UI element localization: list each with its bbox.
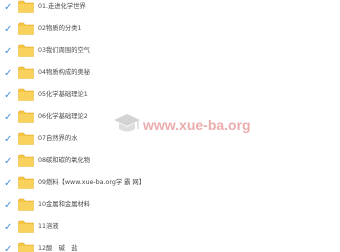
checkmark-icon[interactable]: ✓ (4, 157, 14, 167)
checkmark-icon[interactable]: ✓ (4, 47, 14, 57)
checkmark-icon[interactable]: ✓ (4, 135, 14, 145)
folder-row[interactable]: ✓ 01.走进化学世界 (0, 0, 340, 19)
folder-row[interactable]: ✓ 02物质的分类1 (0, 19, 340, 41)
folder-list: ✓ 01.走进化学世界 ✓ 02物质的分类1 ✓ 03我们周围的空气 ✓ 04物… (0, 0, 340, 252)
checkmark-icon[interactable]: ✓ (4, 91, 14, 101)
folder-icon (18, 220, 34, 233)
watermark: www.xue-ba.org (113, 112, 253, 142)
folder-icon (18, 0, 34, 13)
folder-name[interactable]: 10金属和金属材料 (38, 200, 90, 210)
folder-name[interactable]: 07自然界的水 (38, 134, 78, 144)
folder-row[interactable]: ✓ 09燃料【www.xue-ba.org学 霸 网】 (0, 173, 340, 195)
folder-row[interactable]: ✓ 10金属和金属材料 (0, 195, 340, 217)
folder-row[interactable]: ✓ 03我们周围的空气 (0, 41, 340, 63)
folder-name[interactable]: 04物质构成的奥秘 (38, 68, 90, 78)
checkmark-icon[interactable]: ✓ (4, 201, 14, 211)
folder-icon (18, 88, 34, 101)
folder-icon (18, 44, 34, 57)
folder-icon (18, 132, 34, 145)
folder-icon (18, 176, 34, 189)
checkmark-icon[interactable]: ✓ (4, 69, 14, 79)
checkmark-icon[interactable]: ✓ (4, 179, 14, 189)
folder-name[interactable]: 01.走进化学世界 (38, 2, 86, 12)
folder-row[interactable]: ✓ 04物质构成的奥秘 (0, 63, 340, 85)
folder-name[interactable]: 11溶液 (38, 222, 59, 232)
folder-name[interactable]: 09燃料【www.xue-ba.org学 霸 网】 (38, 178, 145, 188)
folder-row[interactable]: ✓ 11溶液 (0, 217, 340, 239)
folder-row[interactable]: ✓ 08碳和碳的氧化物 (0, 151, 340, 173)
folder-row[interactable]: ✓ 12酸 碱 盐 (0, 239, 340, 252)
folder-icon (18, 154, 34, 167)
folder-icon (18, 198, 34, 211)
checkmark-icon[interactable]: ✓ (4, 113, 14, 123)
folder-name[interactable]: 02物质的分类1 (38, 24, 82, 34)
folder-icon (18, 110, 34, 123)
folder-name[interactable]: 05化学基础理论1 (38, 90, 88, 100)
folder-name[interactable]: 12酸 碱 盐 (38, 244, 78, 252)
folder-name[interactable]: 06化学基础理论2 (38, 112, 88, 122)
folder-name[interactable]: 03我们周围的空气 (38, 46, 90, 56)
checkmark-icon[interactable]: ✓ (4, 25, 14, 35)
watermark-text: www.xue-ba.org (143, 117, 251, 133)
folder-icon (18, 242, 34, 252)
graduation-cap-icon (113, 112, 141, 136)
checkmark-icon[interactable]: ✓ (4, 223, 14, 233)
folder-icon (18, 22, 34, 35)
folder-icon (18, 66, 34, 79)
checkmark-icon[interactable]: ✓ (4, 3, 14, 13)
checkmark-icon[interactable]: ✓ (4, 245, 14, 252)
folder-row[interactable]: ✓ 05化学基础理论1 (0, 85, 340, 107)
folder-name[interactable]: 08碳和碳的氧化物 (38, 156, 90, 166)
